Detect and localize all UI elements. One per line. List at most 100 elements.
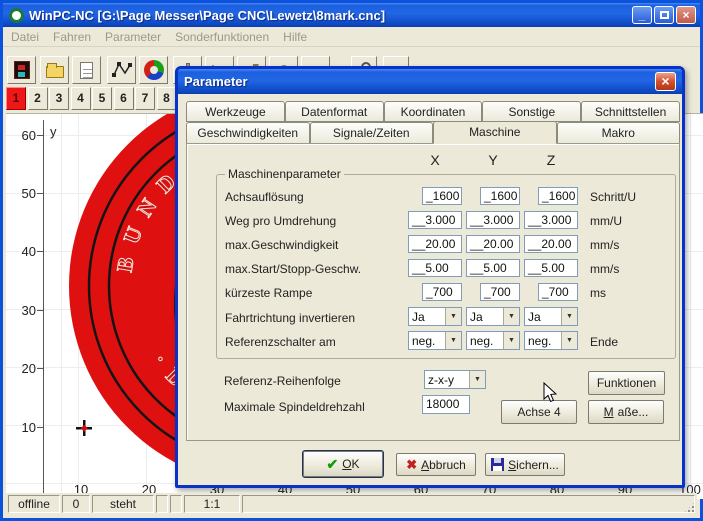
menu-item-datei[interactable]: Datei bbox=[11, 30, 39, 44]
label-kuerzeste-rampe: kürzeste Rampe bbox=[225, 286, 312, 300]
vector-edit-button[interactable] bbox=[107, 56, 136, 84]
field-achsaufloesung-y[interactable]: _1600 bbox=[480, 187, 520, 205]
page-tab-7[interactable]: 7 bbox=[135, 87, 155, 110]
menu-item-sonderfunktionen[interactable]: Sonderfunktionen bbox=[175, 30, 269, 44]
field-weg-x[interactable]: __3.000 bbox=[408, 211, 462, 229]
field-achsaufloesung-x[interactable]: _1600 bbox=[422, 187, 462, 205]
status-counter: 0 bbox=[62, 495, 90, 513]
tab-maschine[interactable]: Maschine bbox=[433, 121, 557, 144]
combo-referenzschalter-z[interactable]: neg.▼ bbox=[524, 331, 578, 350]
tab-makro[interactable]: Makro bbox=[557, 122, 681, 143]
chevron-down-icon[interactable]: ▼ bbox=[503, 308, 519, 325]
tab-koordinaten[interactable]: Koordinaten bbox=[384, 101, 483, 122]
y-tick-10: 10 bbox=[10, 420, 36, 435]
field-maxgeschw-x[interactable]: __20.00 bbox=[408, 235, 462, 253]
minimize-button[interactable]: _ bbox=[632, 6, 652, 24]
label-referenz-reihenfolge: Referenz-Reihenfolge bbox=[224, 374, 341, 388]
field-rampe-x[interactable]: _700 bbox=[422, 283, 462, 301]
unit-weg: mm/U bbox=[590, 214, 622, 228]
funktionen-button[interactable]: Funktionen bbox=[588, 371, 665, 395]
document-icon bbox=[80, 62, 93, 79]
field-maxgeschw-y[interactable]: __20.00 bbox=[466, 235, 520, 253]
status-empty-1 bbox=[156, 495, 168, 513]
field-rampe-z[interactable]: _700 bbox=[538, 283, 578, 301]
color-wheel-icon bbox=[144, 60, 164, 80]
power-button[interactable] bbox=[7, 56, 36, 84]
dialog-close-button[interactable]: × bbox=[655, 72, 676, 91]
column-header-x: X bbox=[420, 152, 450, 168]
chevron-down-icon[interactable]: ▼ bbox=[445, 332, 461, 349]
field-weg-y[interactable]: __3.000 bbox=[466, 211, 520, 229]
combo-fahrtrichtung-y[interactable]: Ja▼ bbox=[466, 307, 520, 326]
tab-signale-zeiten[interactable]: Signale/Zeiten bbox=[310, 122, 434, 143]
field-startstopp-z[interactable]: __5.00 bbox=[524, 259, 578, 277]
floppy-disk-icon bbox=[491, 458, 504, 471]
page-tab-4[interactable]: 4 bbox=[71, 87, 91, 110]
status-message bbox=[242, 495, 695, 513]
page-tab-6[interactable]: 6 bbox=[114, 87, 134, 110]
chevron-down-icon[interactable]: ▼ bbox=[445, 308, 461, 325]
field-achsaufloesung-z[interactable]: _1600 bbox=[538, 187, 578, 205]
label-fahrtrichtung: Fahrtrichtung invertieren bbox=[225, 311, 355, 325]
page-tab-2[interactable]: 2 bbox=[28, 87, 48, 110]
status-online-state: offline bbox=[8, 495, 60, 513]
field-rampe-y[interactable]: _700 bbox=[480, 283, 520, 301]
page-tab-3[interactable]: 3 bbox=[49, 87, 69, 110]
close-button[interactable]: × bbox=[676, 6, 696, 24]
abbruch-button[interactable]: ✖ Abbruch bbox=[396, 453, 476, 476]
unit-maxgeschw: mm/s bbox=[590, 238, 619, 252]
chevron-down-icon[interactable]: ▼ bbox=[503, 332, 519, 349]
masse-button[interactable]: Maße... bbox=[588, 400, 664, 424]
field-startstopp-y[interactable]: __5.00 bbox=[466, 259, 520, 277]
page-tab-5[interactable]: 5 bbox=[92, 87, 112, 110]
combo-referenzschalter-y[interactable]: neg.▼ bbox=[466, 331, 520, 350]
chevron-down-icon[interactable]: ▼ bbox=[469, 371, 485, 388]
menu-item-hilfe[interactable]: Hilfe bbox=[283, 30, 307, 44]
combo-fahrtrichtung-z[interactable]: Ja▼ bbox=[524, 307, 578, 326]
menu-item-fahren[interactable]: Fahren bbox=[53, 30, 91, 44]
combo-referenzschalter-x[interactable]: neg.▼ bbox=[408, 331, 462, 350]
dialog-titlebar: Parameter × bbox=[178, 69, 682, 94]
tab-sonstige[interactable]: Sonstige bbox=[482, 101, 581, 122]
color-settings-button[interactable] bbox=[139, 56, 168, 84]
field-startstopp-x[interactable]: __5.00 bbox=[408, 259, 462, 277]
achse4-button[interactable]: Achse 4 bbox=[501, 400, 577, 424]
unit-startstopp: mm/s bbox=[590, 262, 619, 276]
maschine-tab-page: X Y Z Maschinenparameter Achsauflösung _… bbox=[186, 143, 680, 441]
page-tab-1[interactable]: 1 bbox=[6, 87, 26, 110]
window-title: WinPC-NC [G:\Page Messer\Page CNC\Lewetz… bbox=[29, 8, 385, 23]
status-zoom-level: 1:1 bbox=[184, 495, 240, 513]
open-file-button[interactable] bbox=[40, 56, 69, 84]
maximize-button[interactable] bbox=[654, 6, 674, 24]
status-motion-state: steht bbox=[92, 495, 154, 513]
polygon-edit-icon bbox=[112, 61, 132, 79]
tab-datenformat[interactable]: Datenformat bbox=[285, 101, 384, 122]
status-bar: offline 0 steht 1:1 bbox=[6, 493, 697, 515]
unit-referenzschalter: Ende bbox=[590, 335, 618, 349]
ok-button[interactable]: ✔ OK bbox=[303, 451, 383, 477]
chevron-down-icon[interactable]: ▼ bbox=[561, 332, 577, 349]
y-tick-60: 60 bbox=[10, 128, 36, 143]
maximize-icon bbox=[660, 11, 669, 19]
page-tab-8[interactable]: 8 bbox=[157, 87, 177, 110]
menu-item-parameter[interactable]: Parameter bbox=[105, 30, 161, 44]
dialog-title: Parameter bbox=[184, 74, 248, 89]
unit-rampe: ms bbox=[590, 286, 606, 300]
field-weg-z[interactable]: __3.000 bbox=[524, 211, 578, 229]
tab-schnittstellen[interactable]: Schnittstellen bbox=[581, 101, 680, 122]
label-weg-pro-umdrehung: Weg pro Umdrehung bbox=[225, 214, 336, 228]
tab-werkzeuge[interactable]: Werkzeuge bbox=[186, 101, 285, 122]
chevron-down-icon[interactable]: ▼ bbox=[561, 308, 577, 325]
sichern-button[interactable]: Sichern... bbox=[485, 453, 565, 476]
tab-geschwindigkeiten[interactable]: Geschwindigkeiten bbox=[186, 122, 310, 143]
y-axis-label: y bbox=[50, 124, 57, 139]
field-maxgeschw-z[interactable]: __20.00 bbox=[524, 235, 578, 253]
y-tick-20: 20 bbox=[10, 361, 36, 376]
column-header-y: Y bbox=[478, 152, 508, 168]
combo-referenz-reihenfolge[interactable]: z-x-y▼ bbox=[424, 370, 486, 389]
combo-fahrtrichtung-x[interactable]: Ja▼ bbox=[408, 307, 462, 326]
maschinenparameter-group: Maschinenparameter Achsauflösung _1600 _… bbox=[216, 174, 676, 359]
menu-bar: Datei Fahren Parameter Sonderfunktionen … bbox=[3, 27, 700, 47]
file-info-button[interactable] bbox=[72, 56, 101, 84]
field-spindeldrehzahl[interactable]: 18000 bbox=[422, 395, 470, 414]
